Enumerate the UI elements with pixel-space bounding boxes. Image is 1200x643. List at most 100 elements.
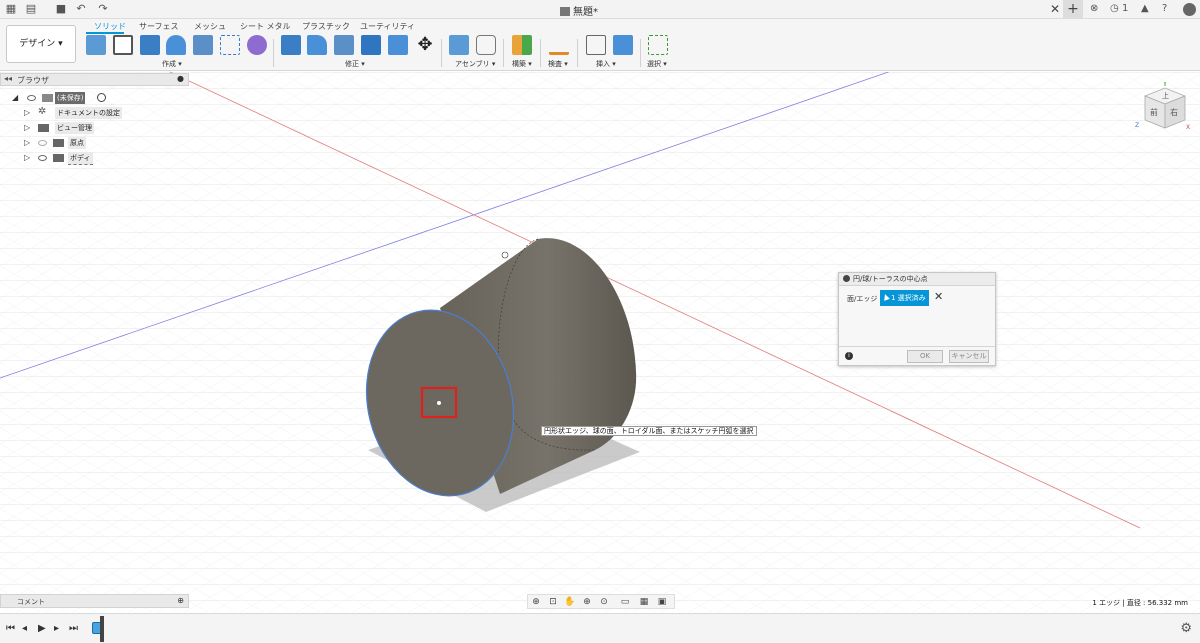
extensions-icon[interactable]: ⊗ bbox=[1090, 3, 1098, 14]
go-to-start-icon[interactable]: ⏮ bbox=[6, 623, 15, 634]
measure-icon[interactable] bbox=[549, 35, 569, 55]
model-viewport[interactable] bbox=[0, 72, 1200, 612]
comments-panel-header[interactable]: コメント ⊕ bbox=[0, 594, 189, 608]
hole-icon[interactable] bbox=[193, 35, 213, 55]
navigation-bar: ⊕ ⊡ ✋ ⊕ ⊙ ▭ ▦ ▣ bbox=[527, 594, 675, 609]
grid-settings-icon[interactable]: ▦ bbox=[638, 597, 650, 607]
step-forward-icon[interactable]: ▸ bbox=[54, 623, 59, 634]
move-icon[interactable]: ✥ bbox=[415, 35, 435, 55]
create-sketch-icon[interactable] bbox=[113, 35, 133, 55]
press-pull-icon[interactable] bbox=[281, 35, 301, 55]
undo-icon[interactable]: ↶ bbox=[75, 3, 87, 15]
browser-panel-header[interactable]: ◂◂ ブラウザ ● bbox=[0, 73, 189, 86]
construct-menu[interactable]: 構築 ▾ bbox=[512, 59, 532, 69]
new-component-icon[interactable] bbox=[86, 35, 106, 55]
offset-plane-icon[interactable] bbox=[512, 35, 532, 55]
ok-button[interactable]: OK bbox=[907, 350, 943, 363]
tree-item-document-settings[interactable]: ▷ ✲ ドキュメントの設定 bbox=[0, 106, 122, 120]
file-menu-icon[interactable]: ▤ bbox=[25, 3, 37, 15]
redo-icon[interactable]: ↷ bbox=[97, 3, 109, 15]
tab-utilities[interactable]: ユーティリティ bbox=[360, 21, 415, 32]
tab-mesh[interactable]: メッシュ bbox=[194, 21, 226, 32]
modify-menu[interactable]: 修正 ▾ bbox=[345, 59, 365, 69]
pattern-icon[interactable] bbox=[220, 35, 240, 55]
timeline-settings-icon[interactable]: ⚙ bbox=[1180, 621, 1192, 636]
pan-icon[interactable]: ✋ bbox=[564, 597, 576, 607]
hidden-eye-icon[interactable] bbox=[38, 140, 47, 146]
select-window-icon[interactable] bbox=[648, 35, 668, 55]
chamfer-icon[interactable] bbox=[334, 35, 354, 55]
tab-solid[interactable]: ソリッド bbox=[94, 21, 126, 32]
new-component-assemble-icon[interactable] bbox=[449, 35, 469, 55]
tree-item-bodies[interactable]: ▷ ボディ bbox=[0, 151, 120, 165]
selection-count: 1 選択済み bbox=[891, 294, 926, 302]
insert-menu[interactable]: 挿入 ▾ bbox=[596, 59, 616, 69]
play-icon[interactable]: ▶ bbox=[38, 623, 46, 634]
dialog-header[interactable]: 円/球/トーラスの中心点 bbox=[839, 273, 995, 286]
visibility-eye-icon[interactable] bbox=[27, 95, 36, 101]
extrude-icon[interactable] bbox=[140, 35, 160, 55]
workspace-switcher-button[interactable]: デザイン ▾ bbox=[6, 25, 76, 63]
revolve-icon[interactable] bbox=[166, 35, 186, 55]
panel-pin-icon[interactable]: ⊕ bbox=[177, 596, 184, 605]
go-to-end-icon[interactable]: ⏭ bbox=[69, 623, 78, 634]
look-at-icon[interactable]: ⊡ bbox=[547, 597, 559, 607]
tree-item-origin[interactable]: ▷ 原点 bbox=[0, 136, 120, 150]
selection-button[interactable]: 1 選択済み bbox=[880, 290, 929, 306]
combine-icon[interactable] bbox=[388, 35, 408, 55]
document-tab[interactable]: 無題* bbox=[560, 3, 598, 18]
viewcube-right-label: 右 bbox=[1170, 107, 1178, 117]
active-tab-indicator bbox=[86, 32, 124, 34]
selection-status: 1 エッジ | 直径 : 56.332 mm bbox=[1092, 599, 1188, 607]
tree-item-label: (未保存) bbox=[55, 92, 86, 104]
tree-item-root[interactable]: ◢ (未保存) bbox=[0, 91, 120, 105]
insert-derive-icon[interactable] bbox=[586, 35, 606, 55]
panel-pin-icon[interactable]: ● bbox=[177, 74, 184, 83]
shell-icon[interactable] bbox=[361, 35, 381, 55]
tab-surface[interactable]: サーフェス bbox=[139, 21, 179, 32]
new-tab-icon[interactable]: + bbox=[1063, 0, 1083, 19]
close-tab-icon[interactable]: ✕ bbox=[1050, 2, 1060, 16]
collapse-panel-icon[interactable]: ◂◂ bbox=[4, 74, 12, 83]
display-settings-icon[interactable]: ▭ bbox=[619, 597, 631, 607]
expand-triangle-icon[interactable]: ▷ bbox=[24, 137, 30, 149]
collapse-dialog-icon[interactable] bbox=[843, 275, 850, 282]
notification-icon[interactable]: ▲ bbox=[1141, 3, 1149, 14]
expand-triangle-icon[interactable]: ▷ bbox=[24, 107, 30, 119]
step-back-icon[interactable]: ◂ bbox=[22, 623, 27, 634]
insert-canvas-icon[interactable] bbox=[613, 35, 633, 55]
expand-triangle-icon[interactable]: ▷ bbox=[24, 122, 30, 134]
document-icon bbox=[42, 94, 53, 102]
job-status-icon[interactable]: ◷ bbox=[1110, 3, 1119, 14]
zoom-icon[interactable]: ⊕ bbox=[581, 597, 593, 607]
orbit-icon[interactable]: ⊕ bbox=[530, 597, 542, 607]
viewcube-front-label: 前 bbox=[1150, 107, 1158, 117]
assemble-menu[interactable]: アセンブリ ▾ bbox=[455, 59, 495, 69]
visibility-eye-icon[interactable] bbox=[38, 155, 47, 161]
info-icon[interactable]: i bbox=[845, 352, 853, 360]
timeline-marker[interactable] bbox=[100, 616, 104, 642]
inspect-menu[interactable]: 検査 ▾ bbox=[548, 59, 568, 69]
viewports-icon[interactable]: ▣ bbox=[656, 597, 668, 607]
collapse-triangle-icon[interactable]: ◢ bbox=[12, 92, 18, 104]
view-cube[interactable]: 上 前 右 Y Z X bbox=[1133, 82, 1193, 134]
center-point[interactable] bbox=[437, 401, 441, 405]
help-icon[interactable]: ? bbox=[1162, 3, 1167, 14]
save-icon[interactable]: ■ bbox=[55, 3, 67, 15]
cancel-button[interactable]: キャンセル bbox=[949, 350, 989, 363]
user-avatar-icon[interactable] bbox=[1183, 3, 1196, 16]
tab-sheet-metal[interactable]: シート メタル bbox=[240, 21, 291, 32]
fit-icon[interactable]: ⊙ bbox=[598, 597, 610, 607]
tab-plastic[interactable]: プラスチック bbox=[302, 21, 350, 32]
create-menu[interactable]: 作成 ▾ bbox=[162, 59, 182, 69]
clear-selection-icon[interactable]: ✕ bbox=[934, 290, 943, 303]
activate-radio-icon[interactable] bbox=[97, 93, 106, 102]
tree-item-named-views[interactable]: ▷ ビュー管理 bbox=[0, 121, 120, 135]
select-menu[interactable]: 選択 ▾ bbox=[647, 59, 667, 69]
toolbar-ribbon: デザイン ▾ ソリッド サーフェス メッシュ シート メタル プラスチック ユー… bbox=[0, 19, 1200, 71]
fillet-icon[interactable] bbox=[307, 35, 327, 55]
joint-icon[interactable] bbox=[476, 35, 496, 55]
apps-grid-icon[interactable]: ▦ bbox=[5, 3, 17, 15]
form-icon[interactable] bbox=[247, 35, 267, 55]
expand-triangle-icon[interactable]: ▷ bbox=[24, 152, 30, 164]
